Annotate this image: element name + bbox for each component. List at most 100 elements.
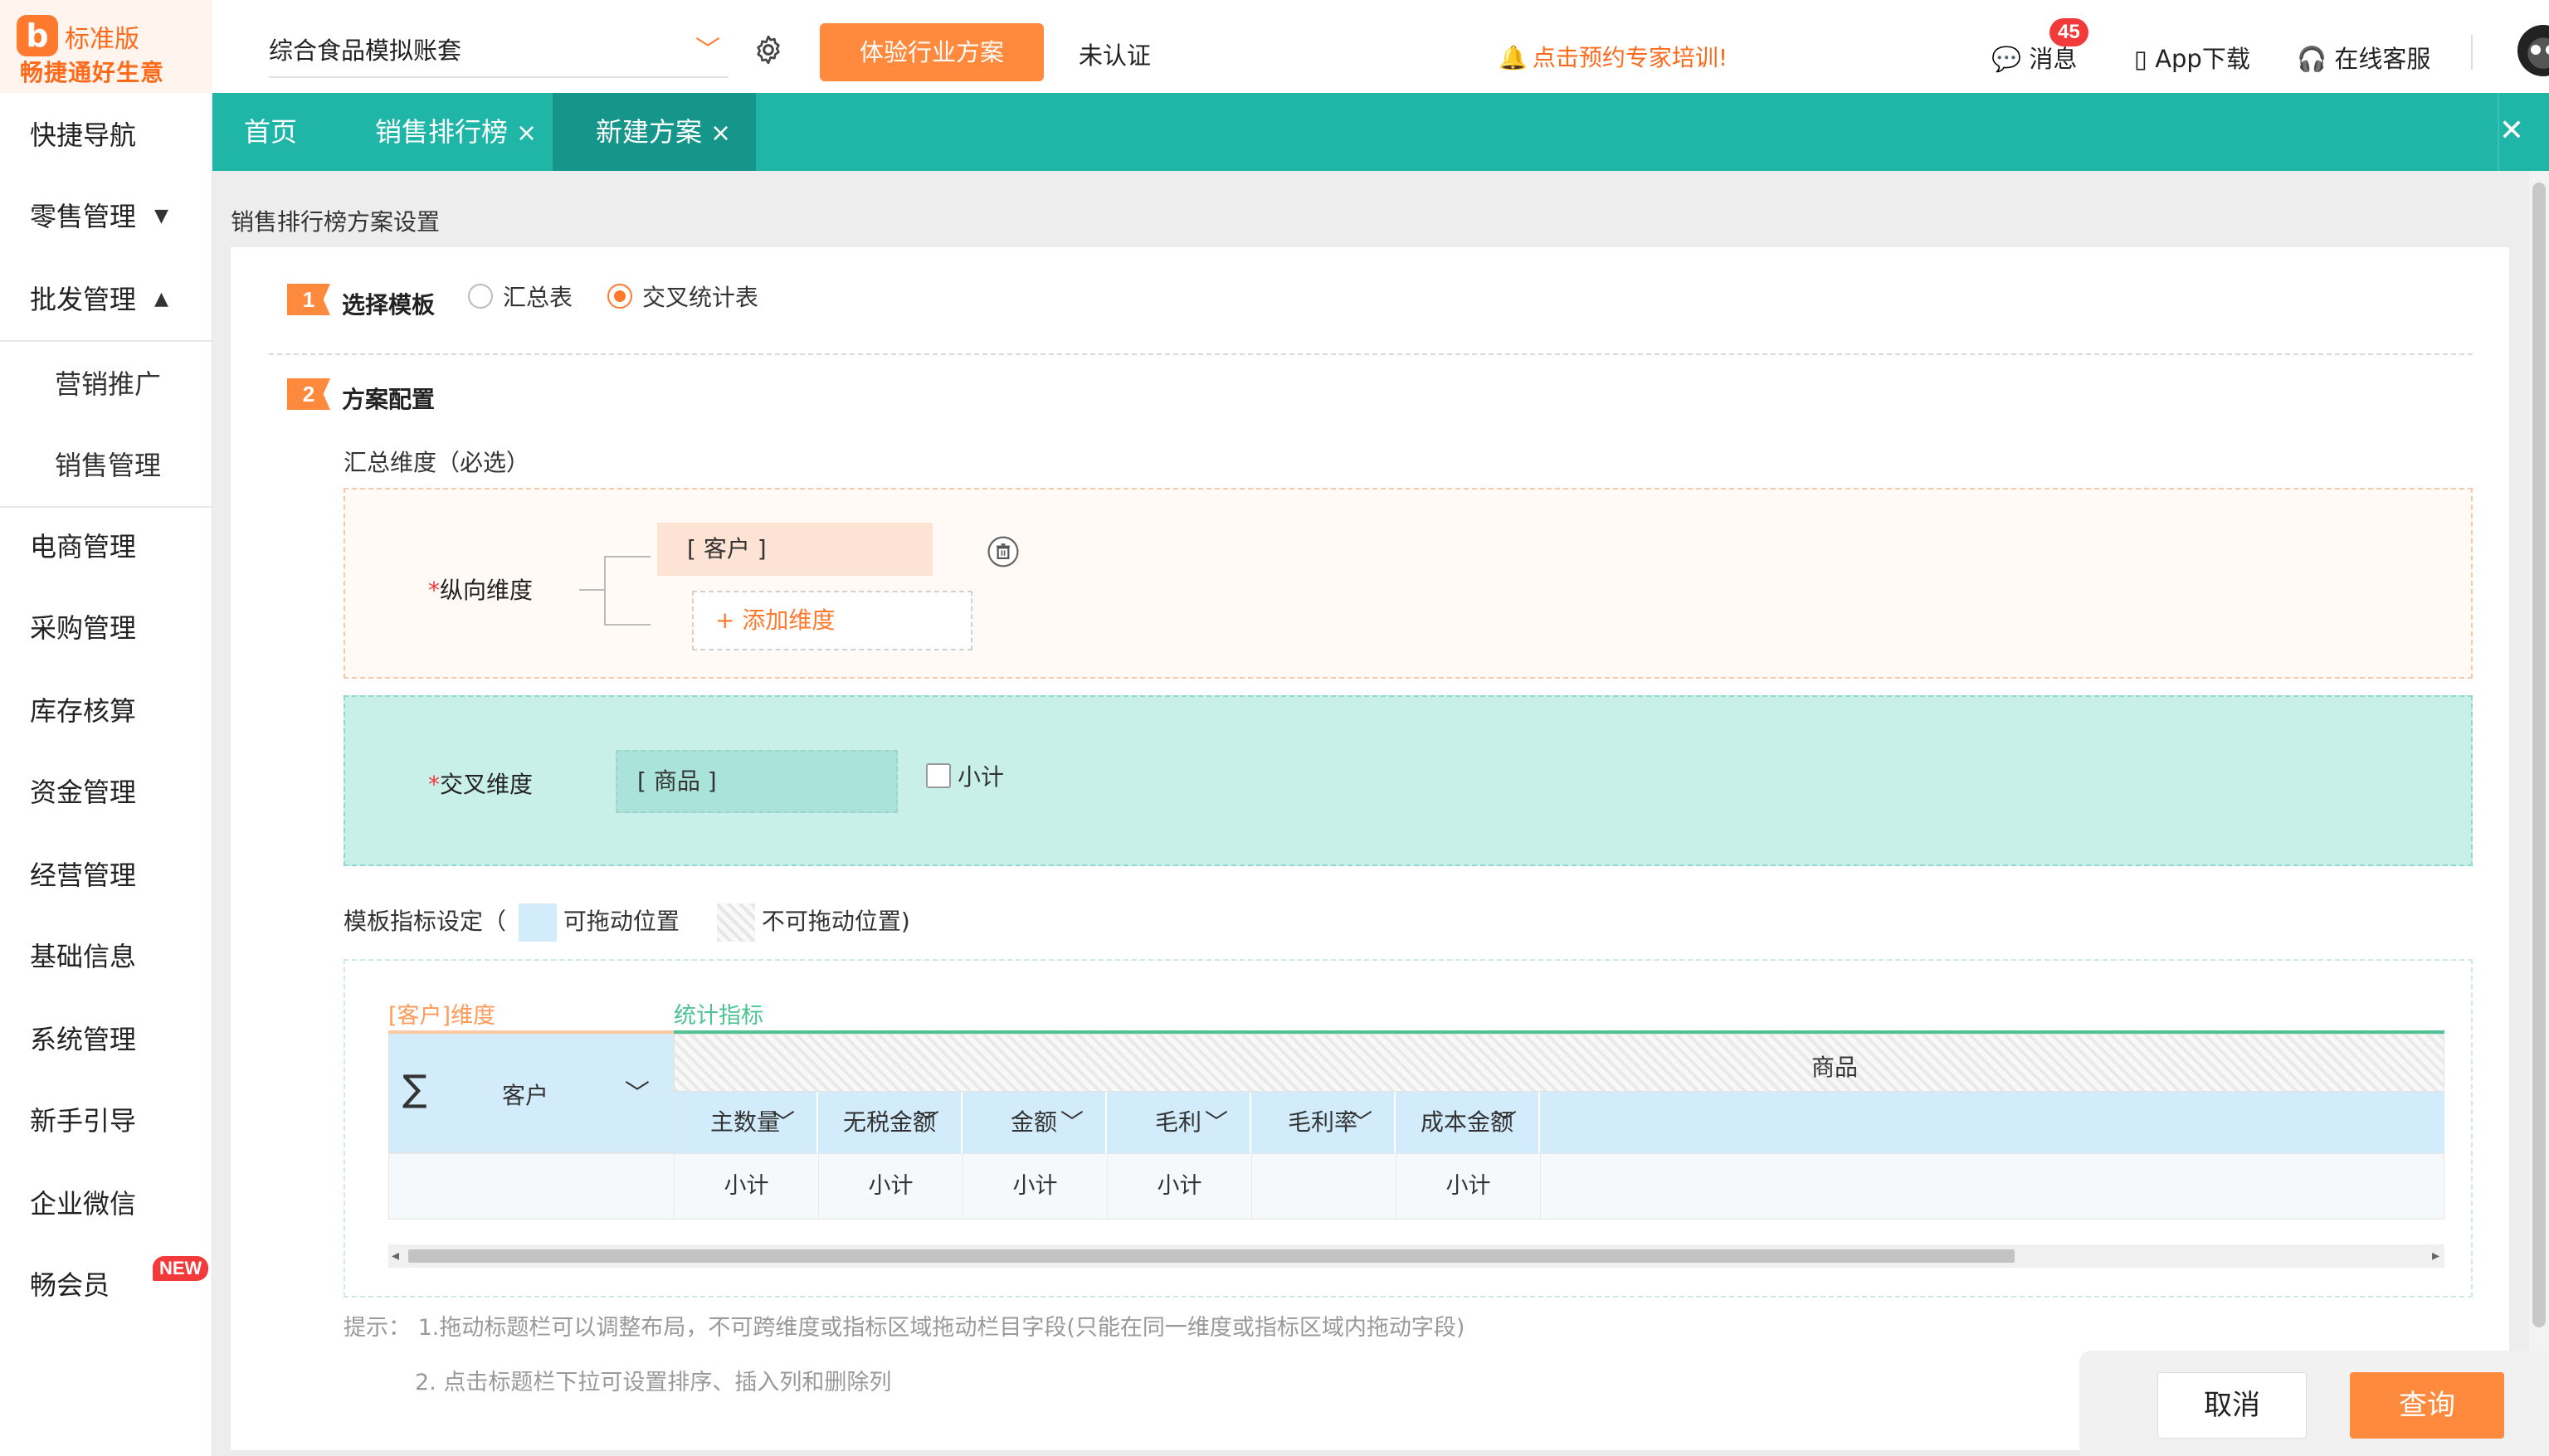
required-mark: * [428,577,440,604]
vertical-dimension-label: *纵向维度 [428,572,533,606]
step-title: 方案配置 [342,386,436,413]
radio-cross-table[interactable]: 交叉统计表 [607,284,758,312]
metric-header-margin[interactable]: 毛利率 ﹀ [1251,1092,1396,1153]
account-select[interactable]: 综合食品模拟账套 ﹀ [269,23,729,78]
sidebar-item-funds[interactable]: 资金管理 [0,752,212,833]
expert-training-label: 点击预约专家培训! [1532,44,1728,71]
sidebar-item-system[interactable]: 系统管理 [0,999,212,1080]
chevron-down-icon: ﹀ [695,36,720,65]
required-mark: * [428,771,440,798]
top-header: 综合食品模拟账套 ﹀ 体验行业方案 未认证 🔔 点击预约专家培训! 💬 消息 45… [212,0,2549,93]
sidebar-item-wecom[interactable]: 企业微信 [0,1163,212,1244]
sidebar-item-label: 资金管理 [30,777,137,808]
query-button[interactable]: 查询 [2350,1372,2504,1439]
metric-header-cost[interactable]: 成本金额 ﹀ [1396,1092,1540,1153]
customer-column-header[interactable]: ∑ 客户 ﹀ [388,1034,674,1153]
sidebar-item-label: 采购管理 [30,612,137,644]
subtotal-cell: 小计 [675,1154,819,1219]
radio-circle [607,284,632,309]
subtotal-cell: 小计 [963,1154,1108,1219]
radio-summary-table[interactable]: 汇总表 [468,284,573,312]
new-badge: NEW [153,1256,209,1281]
tree-connector [604,556,651,626]
avatar[interactable] [2517,25,2549,76]
draggable-swatch [518,903,557,942]
radio-label: 汇总表 [503,284,573,311]
page-title: 销售排行榜方案设置 [231,208,441,236]
sidebar-item-label: 新手引导 [30,1105,137,1137]
sidebar-divider [0,340,212,342]
tab-label: 首页 [244,116,298,148]
vertical-dimension-text: 纵向维度 [440,577,534,604]
radio-label: 交叉统计表 [642,284,759,311]
verify-status[interactable]: 未认证 [1079,37,1151,71]
tab-sales-ranking[interactable]: 销售排行榜 × [375,93,537,171]
subtotal-checkbox[interactable]: 小计 [926,763,1004,791]
sidebar-item-retail[interactable]: 零售管理 ▼ [0,176,212,257]
metric-header-quantity[interactable]: 主数量 ﹀ [674,1092,818,1153]
sidebar-item-label: 电商管理 [30,531,137,562]
tab-label: 销售排行榜 [375,116,509,148]
sidebar-item-marketing[interactable]: 营销推广 [0,343,212,425]
expert-training-link[interactable]: 🔔 点击预约专家培训! [1499,40,1728,73]
horizontal-scrollbar[interactable]: ◂ ▸ [388,1244,2444,1268]
app-download-button[interactable]: ▯ App下载 [2134,40,2250,75]
cross-dimension-zone: *交叉维度 [ 商品 ] 小计 [344,695,2473,866]
chevron-down-icon[interactable]: ﹀ [1205,1092,1228,1153]
scroll-left-icon[interactable]: ◂ [392,1244,399,1268]
sidebar-item-guide[interactable]: 新手引导 [0,1080,212,1161]
scrollbar-thumb[interactable] [2532,183,2546,1327]
sidebar-item-membership[interactable]: 畅会员 NEW [0,1244,212,1326]
headset-icon: 🎧 [2297,45,2335,73]
industry-solution-button[interactable]: 体验行业方案 [820,23,1044,81]
cancel-button[interactable]: 取消 [2157,1372,2307,1439]
sidebar-item-ecommerce[interactable]: 电商管理 [0,506,212,587]
metrics-caption: 统计指标 [674,1003,763,1029]
sidebar-item-wholesale[interactable]: 批发管理 ▲ [0,259,212,340]
cross-dimension-text: 交叉维度 [440,771,534,798]
online-service-button[interactable]: 🎧 在线客服 [2297,40,2430,75]
chevron-down-icon[interactable]: ﹀ [772,1092,795,1153]
sidebar-item-basic-info[interactable]: 基础信息 [0,916,212,997]
messages-count-badge: 45 [2049,18,2088,46]
chevron-down-icon[interactable]: ﹀ [1349,1092,1372,1153]
tab-label: 新建方案 [596,116,703,148]
subtotal-cell [389,1154,675,1219]
metric-header-amount[interactable]: 金额 ﹀ [963,1092,1107,1153]
tab-home[interactable]: 首页 [244,93,297,171]
chevron-down-icon[interactable]: ﹀ [916,1092,939,1153]
close-icon[interactable]: × [710,119,731,148]
template-grid-zone: [客户]维度 统计指标 ∑ 客户 ﹀ 商品 主数量 ﹀ 无税金额 ﹀ 金额 ﹀ 毛利 ﹀… [344,959,2473,1298]
close-all-tabs-icon[interactable]: ✕ [2499,116,2524,146]
main-content: 销售排行榜方案设置 1 选择模板 汇总表 交叉统计表 2 方案配置 汇总维度（必… [212,171,2529,1456]
sidebar-item-sales[interactable]: 销售管理 [0,425,212,506]
product-dimension-chip[interactable]: [ 商品 ] [616,750,898,813]
metric-header-gross-profit[interactable]: 毛利 ﹀ [1107,1092,1251,1153]
sidebar-item-purchase[interactable]: 采购管理 [0,587,212,669]
dimensions-label: 汇总维度（必选） [344,449,530,476]
add-dimension-button[interactable]: + 添加维度 [692,591,972,650]
account-select-value: 综合食品模拟账套 [269,37,462,65]
chevron-down-icon[interactable]: ﹀ [1060,1092,1084,1153]
customer-dimension-chip[interactable]: [ 客户 ] [657,523,933,576]
chevron-down-icon[interactable]: ﹀ [1494,1092,1517,1153]
sidebar-item-quick-nav[interactable]: 快捷导航 [0,95,212,176]
cross-dimension-label: *交叉维度 [428,767,533,800]
sidebar-item-label: 畅会员 [30,1269,110,1301]
sidebar-item-label: 基础信息 [30,941,137,972]
scrollbar-thumb[interactable] [408,1249,2015,1263]
scroll-right-icon[interactable]: ▸ [2432,1244,2439,1268]
bell-icon: 🔔 [1499,44,1528,71]
chevron-down-icon[interactable]: ﹀ [625,1073,650,1109]
metric-header-overflow [1540,1092,2444,1153]
brand-logo[interactable]: b 标准版 畅捷通好生意 [0,0,212,93]
sidebar-item-inventory[interactable]: 库存核算 [0,670,212,752]
step-number: 2 [287,378,330,410]
metric-header-net-amount[interactable]: 无税金额 ﹀ [818,1092,963,1153]
trash-icon[interactable] [987,536,1019,567]
gear-icon[interactable] [752,33,785,66]
tab-new-plan[interactable]: 新建方案 × [553,93,757,171]
close-icon[interactable]: × [516,119,537,148]
sidebar-item-operations[interactable]: 经营管理 [0,835,212,916]
metric-label: 毛利 [1154,1108,1201,1136]
